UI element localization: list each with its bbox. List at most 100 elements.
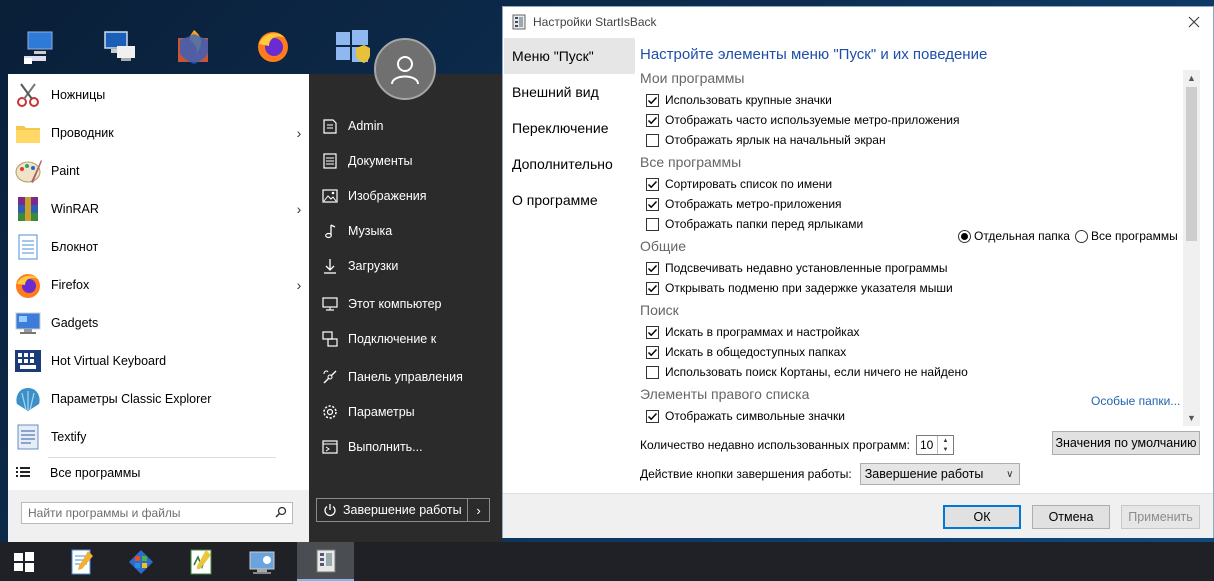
checkbox[interactable] [646, 93, 659, 107]
option-row[interactable]: Отображать папки перед ярлыками [646, 215, 863, 233]
places-item[interactable]: Этот компьютер [309, 289, 503, 319]
close-button[interactable] [1185, 13, 1203, 31]
firefox-icon [12, 269, 44, 301]
scrollbar[interactable]: ▲ ▼ [1183, 70, 1200, 426]
chevron-right-icon[interactable]: › [289, 201, 309, 217]
scroll-up-icon[interactable]: ▲ [1183, 70, 1200, 86]
option-row[interactable]: Отображать ярлык на начальный экран [646, 131, 886, 149]
radio-button[interactable] [958, 229, 971, 243]
app-label: Gadgets [51, 316, 99, 330]
checkbox[interactable] [646, 113, 659, 127]
scroll-down-icon[interactable]: ▼ [1183, 410, 1200, 426]
app-item[interactable]: Textify [8, 418, 309, 456]
radio-all-programs[interactable]: Все программы [1075, 227, 1178, 245]
places-item[interactable]: Подключение к [309, 324, 503, 354]
ok-button[interactable]: ОК [943, 505, 1021, 529]
places-label: Изображения [348, 189, 427, 203]
network-computer-icon[interactable] [20, 26, 60, 66]
app-item[interactable]: Блокнот [8, 228, 309, 266]
start-button[interactable] [0, 542, 48, 581]
spin-buttons[interactable]: ▲ ▼ [936, 436, 953, 454]
search-input[interactable] [22, 506, 270, 520]
nav-item[interactable]: Переключение [504, 110, 635, 146]
option-row[interactable]: Открывать подменю при задержке указателя… [646, 279, 953, 297]
firefox-icon[interactable] [253, 26, 293, 66]
app-icon [512, 14, 526, 30]
nav-item[interactable]: Меню "Пуск" [504, 38, 635, 74]
scroll-thumb[interactable] [1186, 87, 1197, 241]
firewall-icon[interactable] [174, 26, 214, 66]
connect-icon [321, 331, 339, 347]
places-item[interactable]: Выполнить... [309, 432, 503, 462]
app-item[interactable]: Ножницы [8, 76, 309, 114]
taskbar-windows-settings[interactable] [117, 542, 165, 581]
option-row[interactable]: Использовать крупные значки [646, 91, 832, 109]
spin-up-icon[interactable]: ▲ [938, 436, 953, 445]
places-item[interactable]: Музыка [309, 216, 503, 246]
checkbox[interactable] [646, 133, 659, 147]
shutdown-action-select[interactable]: Завершение работы ∨ [859, 463, 1020, 485]
app-item[interactable]: Проводник › [8, 114, 309, 152]
checkbox[interactable] [646, 177, 659, 191]
nav-item[interactable]: Дополнительно [504, 146, 635, 182]
checkbox[interactable] [646, 217, 659, 231]
recent-count-stepper[interactable]: ▲ ▼ [915, 435, 954, 455]
option-row[interactable]: Сортировать список по имени [646, 175, 832, 193]
windows-shield-icon[interactable] [332, 26, 372, 66]
checkbox[interactable] [646, 365, 659, 379]
nav-item[interactable]: О программе [504, 182, 635, 218]
option-row[interactable]: Искать в общедоступных папках [646, 343, 846, 361]
taskbar-control-panel[interactable] [238, 542, 286, 581]
chevron-right-icon[interactable]: › [289, 277, 309, 293]
option-row[interactable]: Подсвечивать недавно установленные прогр… [646, 259, 948, 277]
title-bar[interactable]: Настройки StartIsBack [503, 7, 1213, 37]
places-label: Панель управления [348, 370, 463, 384]
taskbar-startisback[interactable] [297, 542, 354, 581]
search-box[interactable] [21, 502, 293, 524]
spin-down-icon[interactable]: ▼ [938, 445, 953, 454]
radio-button[interactable] [1075, 229, 1088, 243]
places-item[interactable]: Параметры [309, 397, 503, 427]
app-item[interactable]: Hot Virtual Keyboard [8, 342, 309, 380]
search-icon[interactable] [270, 506, 292, 521]
option-row[interactable]: Отображать часто используемые метро-прил… [646, 111, 960, 129]
taskbar-notepad[interactable] [57, 542, 105, 581]
option-row[interactable]: Отображать символьные значки [646, 407, 845, 425]
app-item[interactable]: Firefox › [8, 266, 309, 304]
shutdown-options-button[interactable]: › [467, 498, 490, 522]
checkbox[interactable] [646, 197, 659, 211]
checkbox[interactable] [646, 409, 659, 423]
app-item[interactable]: Gadgets [8, 304, 309, 342]
checkbox[interactable] [646, 281, 659, 295]
recent-count-input[interactable] [916, 438, 937, 452]
textify-icon [12, 421, 44, 453]
all-programs-button[interactable]: Все программы [8, 460, 309, 486]
paint-icon [12, 155, 44, 187]
app-label: Paint [51, 164, 80, 178]
avatar[interactable] [374, 38, 436, 100]
option-row[interactable]: Использовать поиск Кортаны, если ничего … [646, 363, 968, 381]
checkbox[interactable] [646, 345, 659, 359]
checkbox[interactable] [646, 325, 659, 339]
places-item[interactable]: Admin [309, 111, 503, 141]
nav-item[interactable]: Внешний вид [504, 74, 635, 110]
option-row[interactable]: Отображать метро-приложения [646, 195, 842, 213]
app-item[interactable]: Paint [8, 152, 309, 190]
custom-folders-link[interactable]: Особые папки... [1091, 394, 1180, 408]
places-item[interactable]: Документы [309, 146, 503, 176]
shutdown-button[interactable]: Завершение работы [316, 498, 468, 522]
option-row[interactable]: Искать в программах и настройках [646, 323, 860, 341]
app-item[interactable]: Параметры Classic Explorer [8, 380, 309, 418]
cancel-button[interactable]: Отмена [1032, 505, 1110, 529]
remote-desktop-icon[interactable] [99, 26, 139, 66]
places-item[interactable]: Изображения [309, 181, 503, 211]
places-item[interactable]: Панель управления [309, 362, 503, 392]
taskbar-text-editor[interactable] [177, 542, 225, 581]
chevron-right-icon[interactable]: › [289, 125, 309, 141]
places-item[interactable]: Загрузки [309, 251, 503, 281]
defaults-button[interactable]: Значения по умолчанию [1052, 431, 1200, 455]
checkbox[interactable] [646, 261, 659, 275]
radio-separate-folder[interactable]: Отдельная папка [958, 227, 1070, 245]
app-item[interactable]: WinRAR › [8, 190, 309, 228]
apply-button[interactable]: Применить [1121, 505, 1200, 529]
